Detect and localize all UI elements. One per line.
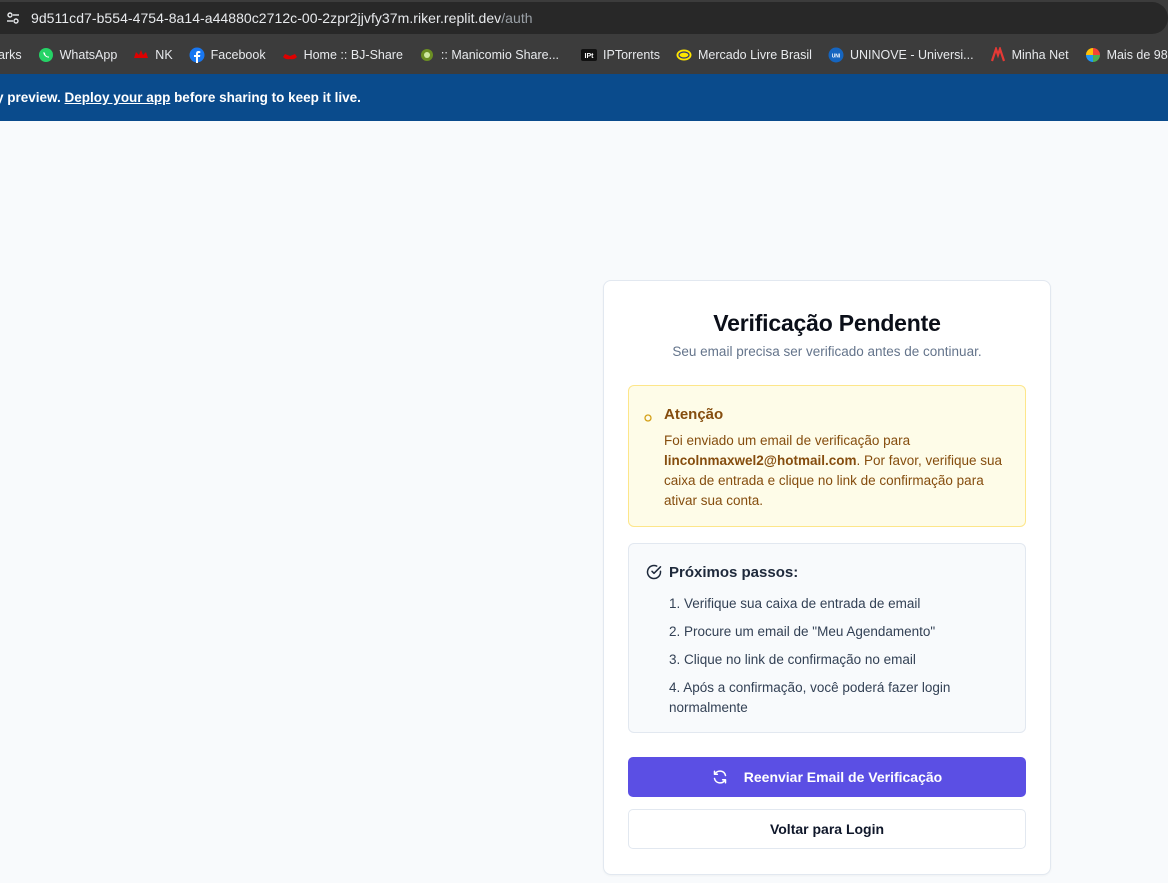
colorful-icon: [1085, 47, 1101, 63]
deploy-app-link[interactable]: Deploy your app: [65, 90, 171, 105]
step-item: 1. Verifique sua caixa de entrada de ema…: [669, 596, 921, 611]
page-title: Verificação Pendente: [713, 310, 941, 336]
step-item: 3. Clique no link de confirmação no emai…: [669, 652, 916, 667]
address-bar[interactable]: 9d511cd7-b554-4754-8a14-a44880c2712c-00-…: [0, 2, 1168, 34]
facebook-icon: [189, 47, 205, 63]
minhanet-icon: [990, 47, 1006, 63]
browser-urlbar: 9d511cd7-b554-4754-8a14-a44880c2712c-00-…: [0, 0, 1168, 36]
alert-body: Foi enviado um email de verificação para…: [664, 431, 1004, 511]
bookmark-label: IPTorrents: [603, 48, 660, 62]
bookmark-item[interactable]: Facebook: [189, 36, 266, 74]
bookmark-item[interactable]: Minha Net: [990, 36, 1069, 74]
preview-banner: y preview. Deploy your app before sharin…: [0, 74, 1168, 121]
url-path: /auth: [501, 10, 533, 26]
bookmark-item[interactable]: Mercado Livre Brasil: [676, 36, 812, 74]
banner-prefix: y preview.: [0, 90, 65, 105]
verification-card: Verificação Pendente Seu email precisa s…: [603, 280, 1051, 875]
bookmark-item[interactable]: :: Manicomio Share...: [419, 36, 559, 74]
svg-text:UNI: UNI: [832, 54, 841, 60]
back-to-login-button[interactable]: Voltar para Login: [628, 809, 1026, 849]
whatsapp-icon: [38, 47, 54, 63]
alert-dot-icon: [643, 410, 653, 422]
bookmarks-bar: arks WhatsApp NK Facebook Home :: BJ-Sha…: [0, 36, 1168, 74]
alert-email: lincolnmaxwel2@hotmail.com: [664, 453, 857, 468]
crown-icon: [133, 47, 149, 63]
attention-alert: Atenção Foi enviado um email de verifica…: [628, 385, 1026, 527]
resend-email-button[interactable]: Reenviar Email de Verificação: [628, 757, 1026, 797]
next-steps-panel: Próximos passos: 1. Verifique sua caixa …: [628, 543, 1026, 733]
bookmark-item[interactable]: WhatsApp: [38, 36, 118, 74]
crown-icon: [282, 47, 298, 63]
mercadolivre-icon: [676, 47, 692, 63]
bookmark-item[interactable]: IPt IPTorrents: [581, 36, 660, 74]
page-subtitle: Seu email precisa ser verificado antes d…: [672, 344, 982, 359]
uninove-icon: UNI: [828, 47, 844, 63]
alert-body-prefix: Foi enviado um email de verificação para: [664, 433, 911, 448]
bookmark-label: arks: [0, 48, 22, 62]
bookmark-label: Mais de 987 materi...: [1106, 48, 1168, 62]
back-to-login-label: Voltar para Login: [769, 821, 885, 837]
step-item: 4. Após a confirmação, você poderá fazer…: [669, 680, 951, 715]
bookmark-label: WhatsApp: [59, 48, 118, 62]
bookmark-label: NK: [155, 48, 173, 62]
bookmark-label: :: Manicomio Share...: [440, 48, 560, 62]
bookmark-label: UNINOVE - Universi...: [849, 48, 974, 62]
url-text: 9d511cd7-b554-4754-8a14-a44880c2712c-00-…: [31, 10, 533, 26]
bookmark-item[interactable]: NK: [133, 36, 173, 74]
check-circle-icon: [646, 564, 662, 580]
bookmark-label: Home :: BJ-Share: [303, 48, 403, 62]
banner-suffix: before sharing to keep it live.: [170, 90, 361, 105]
url-host: 9d511cd7-b554-4754-8a14-a44880c2712c-00-…: [31, 10, 502, 26]
manicomio-icon: [419, 47, 435, 63]
bookmark-item[interactable]: Home :: BJ-Share: [282, 36, 403, 74]
iptorrents-icon: IPt: [581, 47, 598, 63]
steps-list: 1. Verifique sua caixa de entrada de ema…: [669, 594, 989, 726]
bookmark-label: Mercado Livre Brasil: [698, 48, 812, 62]
bookmark-item[interactable]: UNI UNINOVE - Universi...: [828, 36, 974, 74]
alert-title: Atenção: [664, 406, 724, 423]
refresh-icon: [712, 769, 728, 785]
site-settings-icon[interactable]: [2, 7, 24, 29]
steps-title: Próximos passos:: [669, 564, 799, 581]
bookmark-label: Minha Net: [1011, 48, 1069, 62]
step-item: 2. Procure um email de "Meu Agendamento": [669, 624, 936, 639]
svg-text:IPt: IPt: [585, 53, 595, 60]
bookmark-item[interactable]: arks: [0, 36, 22, 74]
bookmark-label: Facebook: [210, 48, 266, 62]
resend-email-label: Reenviar Email de Verificação: [743, 769, 943, 785]
bookmark-item[interactable]: Mais de 987 materi...: [1085, 36, 1168, 74]
